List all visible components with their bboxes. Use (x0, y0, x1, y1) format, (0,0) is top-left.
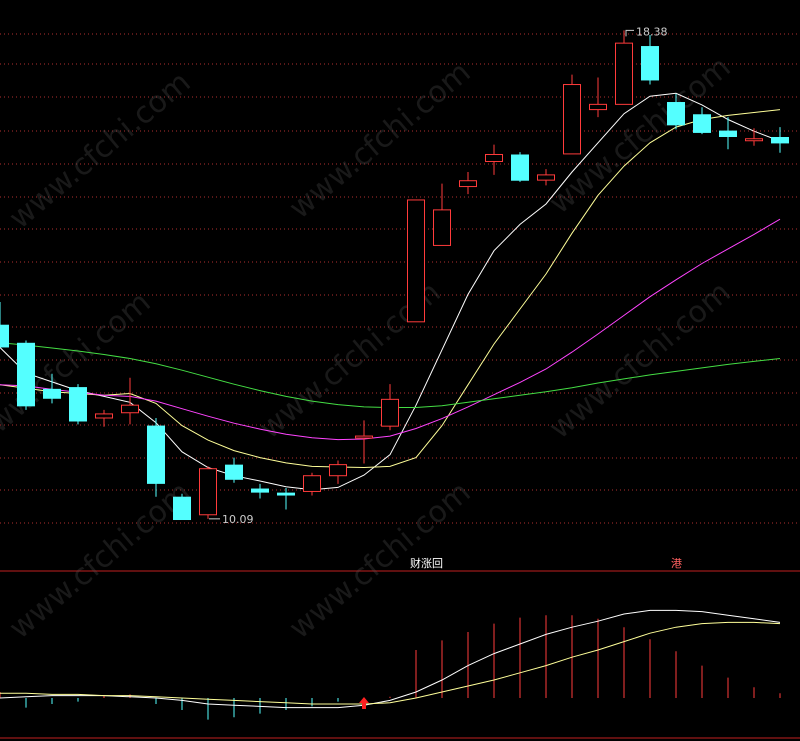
candle-body-6 (147, 425, 165, 484)
candle-body-14 (355, 435, 373, 439)
candle-body-23 (589, 103, 607, 111)
candle-body-8 (199, 468, 217, 516)
candle-body-21 (537, 174, 555, 181)
watermark-0: www.cfchi.com (3, 65, 198, 236)
watermark-1: www.cfchi.com (283, 55, 478, 226)
candle-body-24 (615, 42, 633, 105)
candle-body-15 (381, 398, 399, 427)
low-label: 10.09 (222, 513, 254, 526)
candle-body-1 (17, 342, 35, 407)
high-pointer (625, 29, 634, 37)
watermark-6: www.cfchi.com (3, 475, 198, 646)
candle-body-30 (771, 137, 789, 144)
candle-body-10 (251, 488, 269, 493)
candle-body-9 (225, 464, 243, 480)
candle-body-27 (693, 114, 711, 133)
candle-body-5 (121, 404, 139, 414)
candle-body-13 (329, 464, 347, 477)
indicator-line-yellow (0, 621, 781, 705)
high-label: 18.38 (636, 25, 668, 38)
stock-chart: www.cfchi.com www.cfchi.com www.cfchi.com w… (0, 0, 800, 741)
candle-body-22 (563, 84, 581, 155)
candle-body-7 (173, 496, 191, 521)
candle-body-28 (719, 130, 737, 137)
candle-body-2 (43, 388, 61, 399)
candle-body-16 (407, 199, 425, 323)
candle-body-4 (95, 413, 113, 419)
candle-body-3 (69, 387, 87, 422)
candle-body-12 (303, 475, 321, 492)
candle-body-29 (745, 138, 763, 142)
candle-body-0 (0, 324, 9, 348)
indicator-line-white (0, 609, 781, 709)
candle-body-18 (459, 180, 477, 188)
candle-body-20 (511, 154, 529, 181)
candle-body-19 (485, 153, 503, 162)
indicator-label-right: 港 (671, 557, 682, 570)
candle-body-17 (433, 209, 451, 246)
candle-body-25 (641, 46, 659, 81)
chart-svg: www.cfchi.com www.cfchi.com www.cfchi.com w… (0, 25, 800, 739)
candle-body-26 (667, 102, 685, 126)
candle-body-11 (277, 492, 295, 496)
watermark-7: www.cfchi.com (283, 475, 478, 646)
indicator-label-left: 财涨回 (410, 556, 443, 570)
buy-arrow-icon (359, 697, 369, 709)
